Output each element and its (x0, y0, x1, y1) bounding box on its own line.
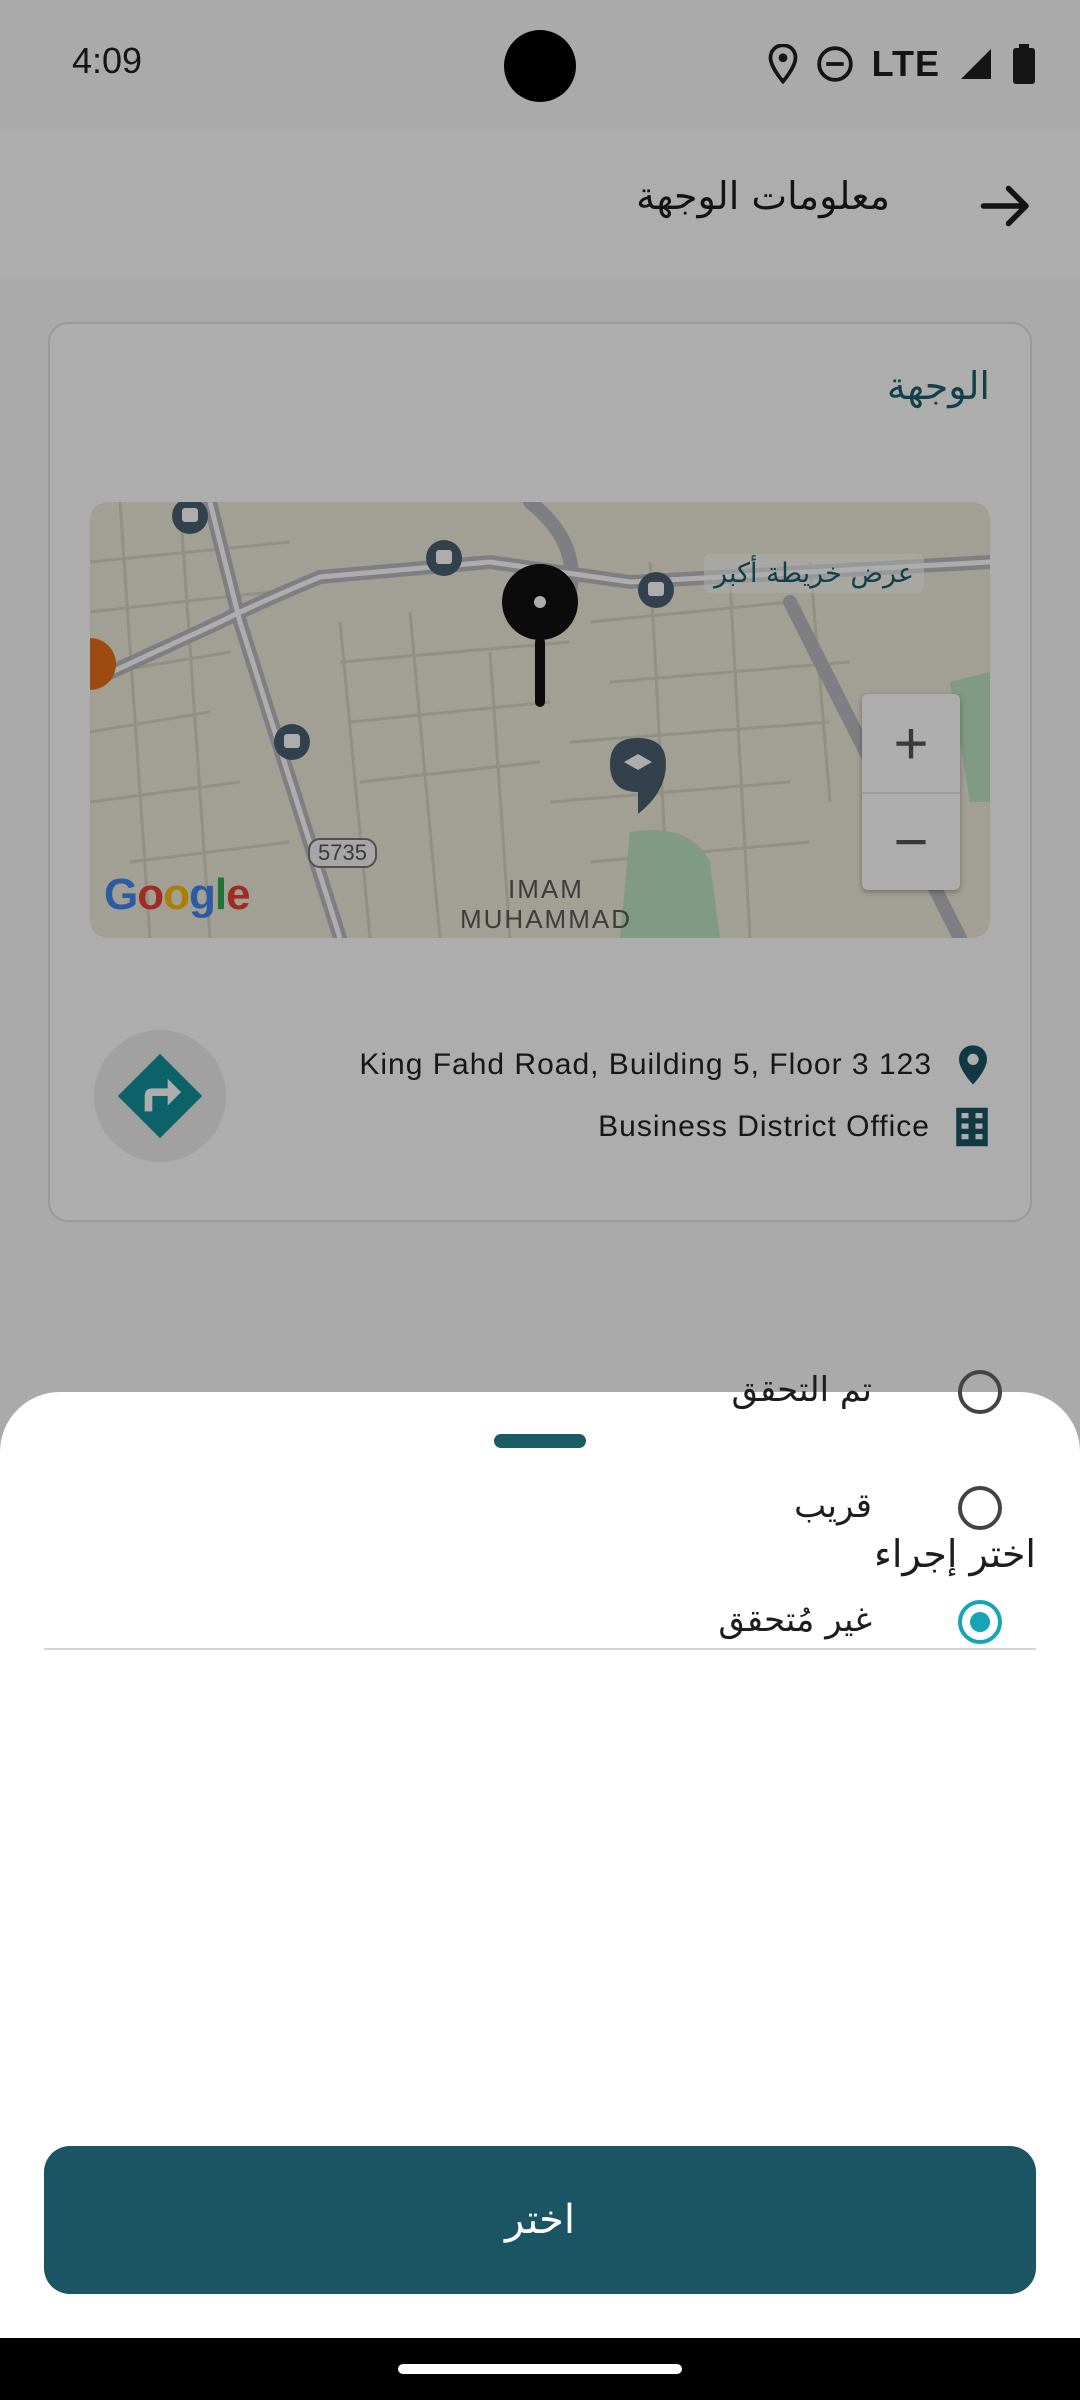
screen: 4:09 LTE معلومات الوجهة الوجهة عرض خريطة… (0, 0, 1080, 2400)
navigation-bar (0, 2338, 1080, 2400)
option-label: غير مُتحقق (718, 1600, 872, 1640)
option-verified[interactable]: تم التحقق (44, 1344, 1036, 1444)
select-button[interactable]: اختر (44, 2146, 1036, 2294)
home-gesture-handle[interactable] (398, 2364, 682, 2374)
option-nearby[interactable]: قريب (44, 1460, 1036, 1560)
option-label: تم التحقق (731, 1370, 872, 1410)
radio-not-verified[interactable] (958, 1600, 1002, 1644)
radio-verified[interactable] (958, 1370, 1002, 1414)
option-not-verified[interactable]: غير مُتحقق (44, 1574, 1036, 1674)
option-label: قريب (794, 1486, 872, 1526)
radio-nearby[interactable] (958, 1486, 1002, 1530)
